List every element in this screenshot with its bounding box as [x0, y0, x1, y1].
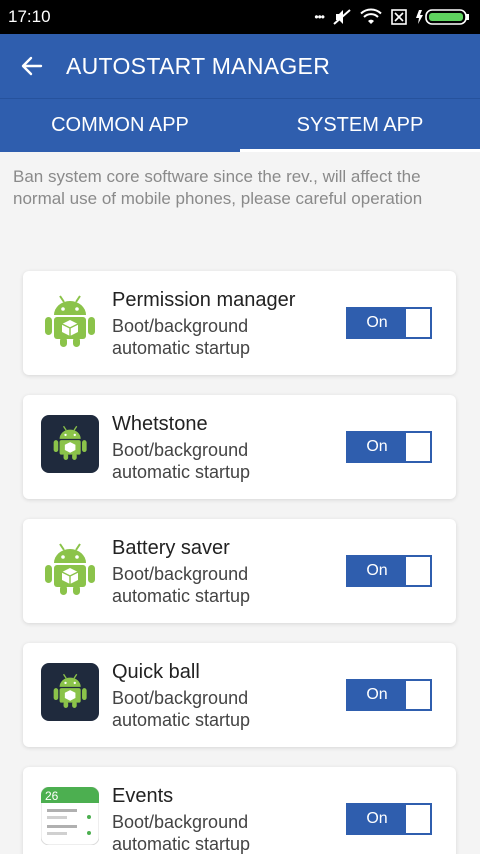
app-card-text: Whetstone Boot/background automatic start… [112, 411, 342, 483]
status-bar: 17:10 ••• [0, 0, 480, 34]
android-robot-dark-icon [41, 415, 99, 473]
app-card-text: Permission manager Boot/background automa… [112, 287, 342, 359]
app-subtitle: Boot/background automatic startup [112, 812, 251, 854]
tab-system-app[interactable]: SYSTEM APP [240, 99, 480, 152]
app-card: Quick ball Boot/background automatic star… [23, 643, 456, 747]
app-subtitle: Boot/background automatic startup [112, 564, 251, 606]
status-icons: ••• [314, 8, 470, 26]
back-button[interactable] [0, 34, 64, 98]
mute-icon [333, 9, 351, 25]
app-name: Whetstone [112, 413, 208, 435]
app-card: Battery saver Boot/background automatic s… [23, 519, 456, 623]
app-name: Permission manager [112, 289, 296, 311]
app-subtitle: Boot/background automatic startup [112, 688, 251, 730]
android-robot-dark-icon [41, 663, 99, 721]
autostart-toggle[interactable]: On [346, 555, 432, 587]
toggle-knob [406, 681, 430, 709]
autostart-toggle[interactable]: On [346, 679, 432, 711]
status-time: 17:10 [8, 7, 51, 26]
app-bar: AUTOSTART MANAGER [0, 34, 480, 98]
app-name: Events [112, 785, 174, 807]
more-dots-icon: ••• [314, 10, 325, 24]
page-title: AUTOSTART MANAGER [66, 52, 331, 79]
wifi-icon [360, 8, 382, 24]
android-robot-icon [45, 543, 95, 595]
app-name: Battery saver [112, 537, 230, 559]
calendar-date: 26 [45, 789, 59, 803]
toggle-knob [406, 557, 430, 585]
android-robot-icon [45, 295, 95, 347]
app-subtitle: Boot/background automatic startup [112, 316, 251, 358]
app-card: Whetstone Boot/background automatic start… [23, 395, 456, 499]
autostart-toggle[interactable]: On [346, 307, 432, 339]
toggle-knob [406, 309, 430, 337]
tab-bar: COMMON APP SYSTEM APP [0, 98, 480, 152]
toggle-label: On [348, 805, 406, 833]
toggle-label: On [348, 557, 406, 585]
battery-charging-icon [416, 9, 469, 25]
app-card-text: Events Boot/background automatic startup [112, 783, 342, 854]
toggle-knob [406, 433, 430, 461]
app-card: Permission manager Boot/background automa… [23, 271, 456, 375]
autostart-toggle[interactable]: On [346, 431, 432, 463]
toggle-label: On [348, 681, 406, 709]
toggle-label: On [348, 433, 406, 461]
app-name: Quick ball [112, 661, 200, 683]
toggle-label: On [348, 309, 406, 337]
app-card: 26 Events Boot/background automatic start… [23, 767, 456, 854]
tab-common-app[interactable]: COMMON APP [0, 99, 240, 152]
no-sim-icon [391, 9, 407, 25]
calendar-events-icon: 26 [41, 787, 99, 845]
app-subtitle: Boot/background automatic startup [112, 440, 251, 482]
app-card-text: Quick ball Boot/background automatic star… [112, 659, 342, 731]
toggle-knob [406, 805, 430, 833]
warning-notice: Ban system core software since the rev.,… [13, 167, 423, 208]
app-card-text: Battery saver Boot/background automatic s… [112, 535, 342, 607]
autostart-toggle[interactable]: On [346, 803, 432, 835]
arrow-left-icon [21, 56, 43, 76]
